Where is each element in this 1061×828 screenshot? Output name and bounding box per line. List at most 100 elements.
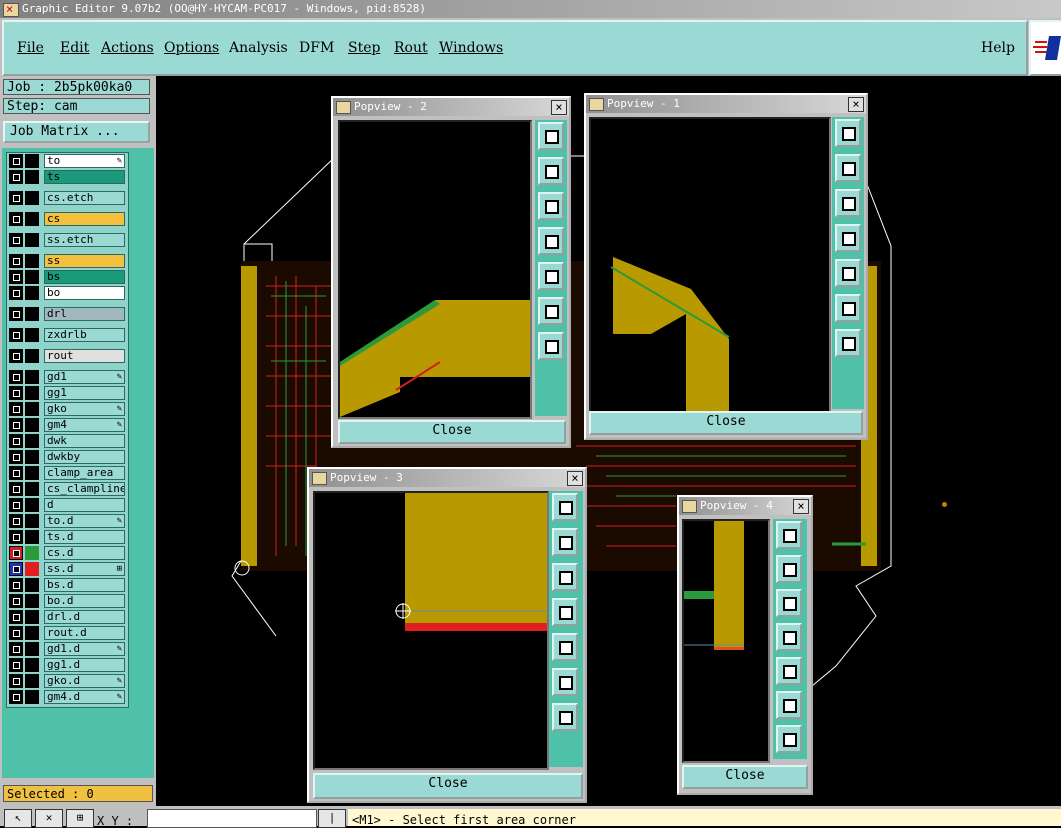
layer-name[interactable]: ss.etch	[44, 233, 125, 247]
layer-name[interactable]: gg1.d	[44, 658, 125, 672]
layer-name[interactable]: drl	[44, 307, 125, 321]
layer-affected-toggle[interactable]	[25, 498, 39, 512]
popview-2-view[interactable]	[338, 120, 532, 419]
layer-row[interactable]: ss.etch	[7, 232, 128, 248]
layer-row[interactable]: gm4 ✎	[7, 417, 128, 433]
pan-down-icon[interactable]	[776, 589, 802, 617]
layer-name[interactable]: gko ✎	[44, 402, 125, 416]
layer-checkbox[interactable]	[9, 642, 23, 656]
layer-name[interactable]: ts.d	[44, 530, 125, 544]
layer-affected-toggle[interactable]	[25, 328, 39, 342]
layer-row[interactable]: bs	[7, 269, 128, 285]
pan-left-icon[interactable]	[552, 598, 578, 626]
popview-1-titlebar[interactable]: Popview - 1	[586, 95, 866, 113]
layer-affected-toggle[interactable]	[25, 466, 39, 480]
popview-3-close-icon[interactable]: ×	[567, 471, 583, 486]
layer-name[interactable]: zxdrlb	[44, 328, 125, 342]
layer-affected-toggle[interactable]	[25, 610, 39, 624]
zoom-out-icon[interactable]	[552, 703, 578, 731]
layer-affected-toggle[interactable]	[25, 594, 39, 608]
layer-checkbox[interactable]	[9, 349, 23, 363]
layer-name[interactable]: to.d ✎	[44, 514, 125, 528]
zoom-out-icon[interactable]	[835, 329, 861, 357]
pan-left-icon[interactable]	[835, 224, 861, 252]
layer-name[interactable]: gd1.d ✎	[44, 642, 125, 656]
layer-name[interactable]: ss.d ⊞	[44, 562, 125, 576]
layer-checkbox[interactable]	[9, 434, 23, 448]
layer-row[interactable]: drl	[7, 306, 128, 322]
layer-row[interactable]: ts.d	[7, 529, 128, 545]
info-tool-icon[interactable]: |	[318, 809, 346, 828]
layer-checkbox[interactable]	[9, 212, 23, 226]
menu-help[interactable]: Help	[981, 40, 1015, 56]
menu-options[interactable]: Options	[164, 40, 219, 56]
layer-checkbox[interactable]	[9, 233, 23, 247]
layer-checkbox[interactable]	[9, 562, 23, 576]
layer-name[interactable]: dwkby	[44, 450, 125, 464]
layer-checkbox[interactable]	[9, 658, 23, 672]
layer-name[interactable]: rout	[44, 349, 125, 363]
layer-name[interactable]: to ✎	[44, 154, 125, 168]
layer-row[interactable]: gd1.d ✎	[7, 641, 128, 657]
layer-row[interactable]: to.d ✎	[7, 513, 128, 529]
layer-checkbox[interactable]	[9, 450, 23, 464]
layer-checkbox[interactable]	[9, 154, 23, 168]
layer-row[interactable]: gko ✎	[7, 401, 128, 417]
pan-down-icon[interactable]	[835, 189, 861, 217]
menu-windows[interactable]: Windows	[439, 40, 503, 56]
zoom-home-icon[interactable]	[776, 521, 802, 549]
layer-checkbox[interactable]	[9, 594, 23, 608]
layer-affected-toggle[interactable]	[25, 349, 39, 363]
menu-step[interactable]: Step	[348, 40, 380, 56]
layer-affected-toggle[interactable]	[25, 434, 39, 448]
layer-checkbox[interactable]	[9, 254, 23, 268]
layer-name[interactable]: cs.etch	[44, 191, 125, 205]
layer-checkbox[interactable]	[9, 626, 23, 640]
grid-tool-icon[interactable]: ⊞	[66, 809, 94, 828]
layer-row[interactable]: cs_clampline	[7, 481, 128, 497]
layer-checkbox[interactable]	[9, 578, 23, 592]
popview-4-close-icon[interactable]: ×	[793, 499, 809, 514]
layer-affected-toggle[interactable]	[25, 482, 39, 496]
layer-affected-toggle[interactable]	[25, 674, 39, 688]
zoom-in-icon[interactable]	[552, 668, 578, 696]
layer-checkbox[interactable]	[9, 466, 23, 480]
zoom-home-icon[interactable]	[538, 122, 564, 150]
layer-row[interactable]: bo	[7, 285, 128, 301]
layer-name[interactable]: gg1	[44, 386, 125, 400]
layer-affected-toggle[interactable]	[25, 546, 39, 560]
layer-checkbox[interactable]	[9, 286, 23, 300]
layer-row[interactable]: gg1	[7, 385, 128, 401]
popview-3-titlebar[interactable]: Popview - 3	[309, 469, 585, 487]
zoom-home-icon[interactable]	[552, 493, 578, 521]
layer-row[interactable]: to ✎	[7, 153, 128, 169]
layer-name[interactable]: bo	[44, 286, 125, 300]
layer-checkbox[interactable]	[9, 386, 23, 400]
zoom-in-icon[interactable]	[835, 294, 861, 322]
layer-name[interactable]: gm4 ✎	[44, 418, 125, 432]
zoom-in-icon[interactable]	[538, 297, 564, 325]
layer-row[interactable]: cs	[7, 211, 128, 227]
layer-name[interactable]: gm4.d ✎	[44, 690, 125, 704]
layer-affected-toggle[interactable]	[25, 307, 39, 321]
layer-row[interactable]: d	[7, 497, 128, 513]
job-matrix-button[interactable]: Job Matrix ...	[3, 121, 150, 143]
pan-up-icon[interactable]	[552, 528, 578, 556]
layer-affected-toggle[interactable]	[25, 254, 39, 268]
pan-up-icon[interactable]	[835, 154, 861, 182]
pan-up-icon[interactable]	[538, 157, 564, 185]
layer-row[interactable]: drl.d	[7, 609, 128, 625]
layer-affected-toggle[interactable]	[25, 286, 39, 300]
layer-row[interactable]: bs.d	[7, 577, 128, 593]
popview-4-titlebar[interactable]: Popview - 4	[679, 497, 811, 515]
layer-affected-toggle[interactable]	[25, 418, 39, 432]
menu-file[interactable]: File	[17, 40, 44, 56]
pan-down-icon[interactable]	[538, 192, 564, 220]
layer-affected-toggle[interactable]	[25, 154, 39, 168]
zoom-out-icon[interactable]	[776, 725, 802, 753]
layer-row[interactable]: ss	[7, 253, 128, 269]
menu-edit[interactable]: Edit	[60, 40, 89, 56]
layer-name[interactable]: bs	[44, 270, 125, 284]
layer-checkbox[interactable]	[9, 191, 23, 205]
layer-name[interactable]: ss	[44, 254, 125, 268]
